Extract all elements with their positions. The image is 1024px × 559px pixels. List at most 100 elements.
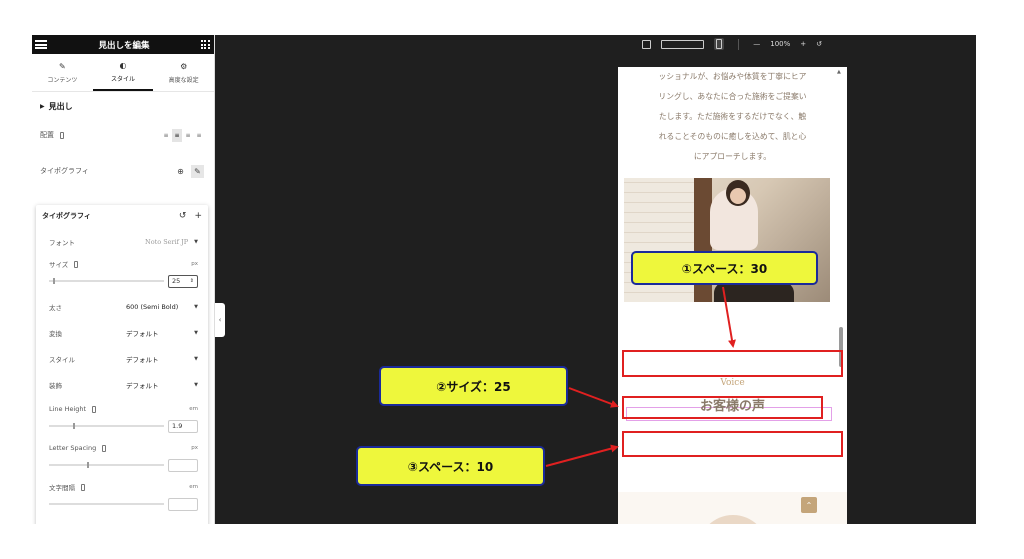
letter-spacing-input[interactable] (168, 458, 198, 472)
alignment-buttons: ≡ ≡ ≡ ≡ (161, 128, 204, 142)
size-slider[interactable] (49, 278, 164, 284)
intro-paragraph-line: れることそのものに癒しを込めて、肌と心 (658, 132, 807, 141)
undo-icon[interactable]: ↺ (816, 40, 822, 48)
callout-size-25: ②サイズ：25 (379, 366, 568, 406)
tab-advanced[interactable]: ⚙ 高度な設定 (153, 54, 214, 91)
typography-popover: タイポグラフィ ↺ + フォント Noto Serif JP ▼ サイズ px 25… (36, 205, 208, 524)
caret-right-icon: ▶ (40, 102, 45, 110)
callout-space-30: ①スペース：30 (631, 251, 818, 285)
word-spacing-row: 文字間隔 em (36, 480, 208, 494)
transform-row: 変換 デフォルト ▼ (36, 326, 208, 340)
menu-icon[interactable] (35, 40, 47, 49)
font-select[interactable]: Noto Serif JP ▼ (145, 238, 198, 246)
style-row: スタイル デフォルト ▼ (36, 352, 208, 366)
mobile-icon (716, 39, 723, 49)
mobile-device-icon[interactable] (102, 444, 107, 452)
style-select[interactable]: デフォルト ▼ (126, 352, 198, 366)
decoration-select[interactable]: デフォルト ▼ (126, 378, 198, 392)
editor-sidebar: 見出しを編集 ✎ コンテンツ ◐ スタイル ⚙ 高度な設定 ▶ 見出し 配置 ≡… (32, 35, 215, 524)
reset-icon[interactable]: ↺ (179, 211, 187, 221)
mobile-device-icon[interactable] (74, 260, 79, 268)
letter-spacing-row: Letter Spacing px (36, 441, 208, 455)
popover-header: タイポグラフィ ↺ + (36, 205, 208, 227)
line-height-slider[interactable] (49, 423, 164, 429)
letter-spacing-slider-row (36, 458, 208, 472)
section-heading[interactable]: ▶ 見出し (32, 96, 214, 116)
voice-label: Voice (720, 378, 745, 388)
line-height-label: Line Height (49, 405, 87, 413)
tab-label: コンテンツ (47, 76, 78, 84)
decoration-row: 装飾 デフォルト ▼ (36, 378, 208, 392)
align-justify-icon[interactable]: ≡ (194, 129, 204, 142)
chevron-down-icon: ▼ (194, 239, 198, 245)
half-circle-icon: ◐ (119, 60, 127, 70)
zoom-in-button[interactable]: + (800, 40, 806, 48)
word-spacing-input[interactable] (168, 497, 198, 511)
sidebar-header: 見出しを編集 (32, 35, 214, 54)
line-height-input[interactable]: 1.9 (168, 419, 198, 433)
globe-icon[interactable]: ⊕ (174, 165, 187, 178)
size-label: サイズ (49, 261, 69, 269)
tab-label: 高度な設定 (168, 76, 199, 84)
align-right-icon[interactable]: ≡ (183, 129, 193, 142)
mobile-view-button[interactable] (714, 38, 725, 50)
collapse-panel-button[interactable]: ‹ (215, 303, 225, 337)
letter-spacing-unit[interactable]: px (191, 445, 198, 451)
mobile-device-icon[interactable] (92, 405, 97, 413)
size-input[interactable]: 25 ⇕ (168, 274, 198, 288)
apps-grid-icon[interactable] (200, 40, 210, 49)
gear-icon: ⚙ (180, 61, 188, 71)
section-title: 見出し (48, 101, 73, 111)
desktop-icon[interactable] (642, 39, 651, 49)
line-height-unit[interactable]: em (189, 406, 198, 412)
typography-label: タイポグラフィ (40, 167, 89, 175)
tab-label: スタイル (111, 75, 136, 83)
typography-row: タイポグラフィ ⊕ ✎ (32, 158, 214, 184)
weight-row: 太さ 600 (Semi Bold) ▼ (36, 300, 208, 314)
intro-paragraph-line: にアプローチします。 (693, 152, 772, 161)
align-center-icon[interactable]: ≡ (172, 128, 182, 142)
edit-pencil-icon[interactable]: ✎ (191, 164, 204, 178)
word-spacing-slider-row (36, 497, 208, 511)
line-height-row: Line Height em (36, 402, 208, 416)
space-10-highlight (622, 431, 843, 457)
scroll-up-arrow-icon[interactable]: ▲ (837, 69, 841, 75)
tablet-icon[interactable] (661, 39, 705, 49)
intro-paragraph-line: リングし、あなたに合った施術をご提案い (658, 92, 807, 101)
size-25-highlight (622, 396, 823, 419)
size-row: サイズ px (36, 257, 208, 271)
size-slider-row: 25 ⇕ (36, 274, 208, 288)
alignment-row: 配置 ≡ ≡ ≡ ≡ (32, 122, 214, 148)
popover-title: タイポグラフィ (42, 212, 91, 220)
back-to-top-button[interactable]: ⌃ (801, 497, 817, 513)
responsive-toolbar: — 100% + ↺ (642, 35, 822, 53)
callout-space-10: ③スペース：10 (356, 446, 545, 486)
align-left-icon[interactable]: ≡ (161, 129, 171, 142)
word-spacing-slider[interactable] (49, 503, 164, 505)
add-icon[interactable]: + (194, 211, 202, 221)
zoom-level: 100% (770, 40, 791, 48)
mobile-device-icon[interactable] (60, 131, 64, 139)
pencil-icon: ✎ (58, 61, 66, 71)
font-row: フォント Noto Serif JP ▼ (36, 235, 208, 249)
size-unit[interactable]: px (191, 261, 198, 267)
intro-paragraph-line: たします。ただ施術をするだけでなく、触 (658, 112, 807, 121)
mobile-device-icon[interactable] (81, 483, 85, 491)
tab-content[interactable]: ✎ コンテンツ (32, 54, 93, 91)
intro-paragraph-line: ッショナルが、お悩みや体質を丁寧にヒア (658, 72, 807, 81)
word-spacing-unit[interactable]: em (189, 484, 198, 490)
space-30-highlight (622, 350, 843, 377)
tab-style[interactable]: ◐ スタイル (92, 54, 154, 91)
panel-tabs: ✎ コンテンツ ◐ スタイル ⚙ 高度な設定 (32, 54, 214, 92)
weight-select[interactable]: 600 (Semi Bold) ▼ (126, 300, 198, 314)
line-height-slider-row: 1.9 (36, 419, 208, 433)
transform-select[interactable]: デフォルト ▼ (126, 326, 198, 340)
alignment-label: 配置 (40, 131, 54, 139)
word-spacing-label: 文字間隔 (49, 484, 75, 492)
weight-label: 太さ (49, 304, 62, 312)
transform-label: 変換 (49, 330, 62, 338)
letter-spacing-slider[interactable] (49, 462, 164, 468)
zoom-out-button[interactable]: — (753, 40, 760, 48)
font-label: フォント (49, 239, 75, 247)
sidebar-title: 見出しを編集 (98, 40, 150, 51)
